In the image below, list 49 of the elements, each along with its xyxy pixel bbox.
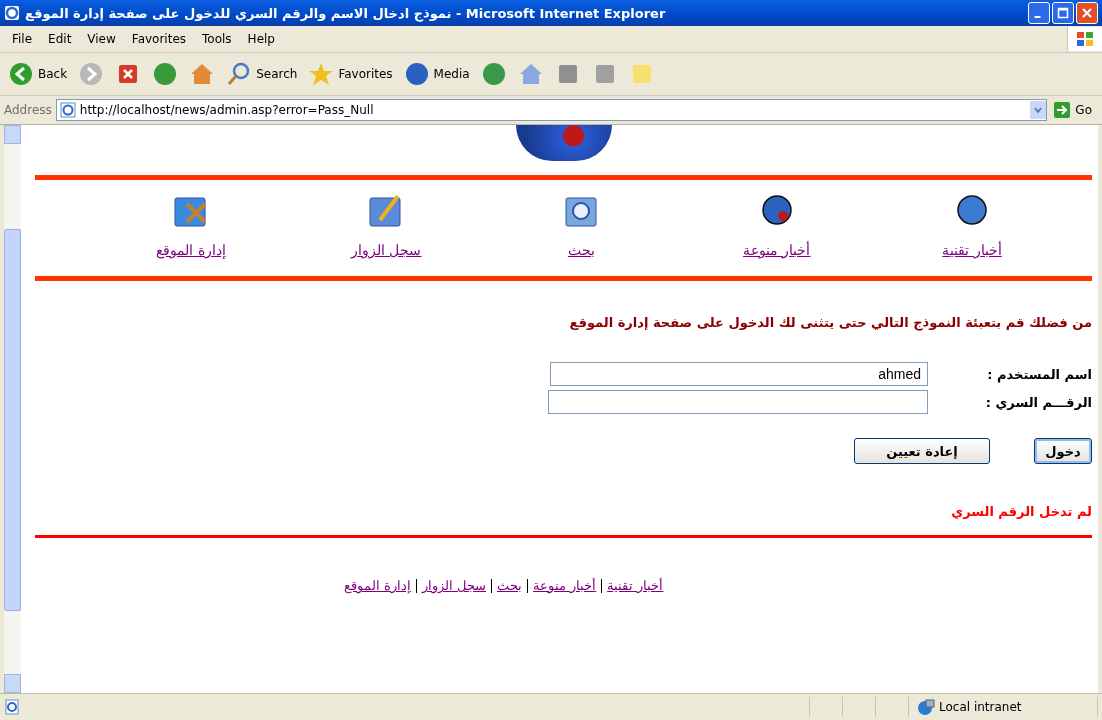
maximize-icon [1057, 7, 1069, 19]
menu-item[interactable]: Help [239, 30, 283, 48]
nav-link[interactable]: سجل الزوار [326, 192, 447, 258]
go-button[interactable]: Go [1051, 101, 1098, 119]
window-title: نموذج ادخال الاسم والرقم السري للدخول على صفحة إدارة الموقع - Microsoft Internet Explorer [25, 5, 667, 21]
address-label: Address [4, 103, 52, 117]
nav-link[interactable]: أخبار منوعة [716, 192, 837, 258]
login-button[interactable]: دخول [1034, 438, 1092, 464]
error-message: لم تدخل الرقم السري [950, 504, 1092, 519]
address-field[interactable]: http://localhost/news/admin.asp?error=Pass_Null [55, 99, 1048, 121]
minimize-icon [1033, 16, 1041, 18]
field-label: اسم المستخدم : [986, 366, 1092, 382]
nav-link[interactable]: بحث [521, 192, 642, 258]
reset-button[interactable]: إعادة تعيين [854, 438, 990, 464]
input-field[interactable]: ahmed [550, 362, 928, 386]
favorites-icon [308, 61, 335, 87]
security-zone: Local intranet [939, 700, 1022, 714]
dropdown-button[interactable] [1030, 101, 1047, 119]
menu-item[interactable]: File [4, 30, 41, 48]
page-icon [59, 102, 76, 118]
nav-link[interactable]: أخبار تقنية [912, 192, 1032, 258]
menu-item[interactable]: Favorites [123, 30, 195, 48]
footer-link[interactable]: إدارة الموقع [343, 578, 411, 593]
favorites-button[interactable]: Favorites [304, 59, 397, 89]
menu-item[interactable]: Tools [194, 30, 240, 48]
footer-link[interactable]: بحث [497, 578, 522, 593]
menu-item[interactable]: Edit [40, 30, 80, 48]
menu-item[interactable]: View [79, 30, 124, 48]
maximize-button[interactable] [1052, 2, 1074, 24]
footer-link[interactable]: أخبار تقنية [607, 578, 664, 593]
search-button[interactable]: Search [222, 59, 302, 89]
caret-icon [1033, 105, 1044, 115]
back-button[interactable]: Back [4, 59, 72, 89]
minimize-button[interactable] [1028, 2, 1050, 24]
intranet-icon [917, 698, 935, 716]
nav-link[interactable]: إدارة الموقع [131, 192, 251, 258]
scrollbar[interactable] [4, 125, 21, 693]
footer-link[interactable]: سجل الزوار [421, 578, 486, 593]
browser-icon [4, 5, 20, 21]
media-button[interactable]: Media [399, 59, 474, 89]
close-button[interactable] [1076, 2, 1098, 24]
back-icon [8, 61, 34, 87]
footer-link[interactable]: أخبار منوعة [533, 578, 597, 593]
forward-icon [78, 61, 105, 87]
input-field[interactable] [548, 390, 928, 414]
page-icon [4, 699, 20, 715]
close-icon [1081, 7, 1093, 19]
instruction-text: من فضلك قم بتعبئة النموذج التالي حتى يتثنى لك الدخول على صفحة إدارة الموقع [568, 315, 1092, 330]
field-label: الرقـــم السري : [984, 394, 1092, 410]
